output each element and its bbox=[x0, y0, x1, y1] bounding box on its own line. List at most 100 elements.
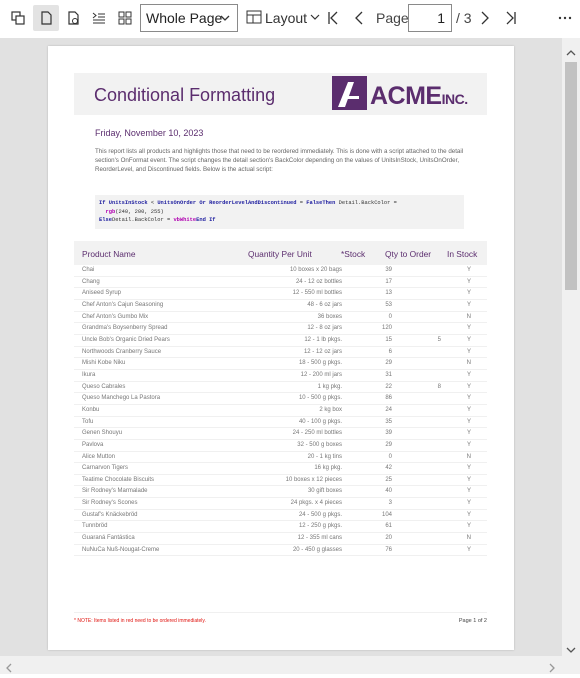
last-page-icon[interactable] bbox=[498, 5, 524, 31]
cell-stock: 20 bbox=[385, 535, 392, 542]
table-row: Mishi Kobe Niku 18 - 500 g pkgs. 29 N bbox=[74, 358, 487, 370]
cell-stock: 29 bbox=[385, 360, 392, 367]
cell-in-stock: Y bbox=[466, 465, 471, 472]
more-options-icon[interactable] bbox=[552, 5, 578, 31]
single-page-icon[interactable] bbox=[33, 5, 59, 31]
cell-quantity-per-unit: 12 - 550 ml bottles bbox=[292, 290, 342, 297]
cell-stock: 24 bbox=[385, 406, 392, 413]
cell-quantity-per-unit: 24 - 12 oz bottles bbox=[295, 278, 342, 285]
report-description: This report lists all products and highl… bbox=[95, 148, 464, 173]
layout-icon bbox=[246, 10, 262, 27]
cell-quantity-per-unit: 32 - 500 g boxes bbox=[297, 441, 342, 448]
acme-logo-mark-icon bbox=[332, 76, 367, 110]
page-number-input[interactable]: 1 bbox=[408, 4, 452, 32]
cell-in-stock: Y bbox=[466, 348, 471, 355]
cell-product-name: Chai bbox=[82, 267, 95, 273]
cell-in-stock: N bbox=[466, 453, 471, 460]
cell-in-stock: Y bbox=[466, 523, 471, 530]
table-row: Konbu 2 kg box 24 Y bbox=[74, 405, 487, 417]
report-page: Conditional Formatting ACMEINC. Friday, … bbox=[48, 46, 514, 650]
cell-product-name: Grandma's Boysenberry Spread bbox=[82, 325, 168, 332]
table-row: Uncle Bob's Organic Dried Pears 12 - 1 lb… bbox=[74, 335, 487, 347]
cell-product-name: Aniseed Syrup bbox=[82, 290, 122, 297]
cell-in-stock: Y bbox=[466, 267, 471, 273]
cell-stock: 29 bbox=[385, 441, 392, 448]
cell-in-stock: Y bbox=[466, 500, 471, 507]
cell-product-name: Uncle Bob's Organic Dried Pears bbox=[82, 336, 170, 343]
grid-view-icon[interactable] bbox=[112, 5, 138, 31]
cell-in-stock: Y bbox=[466, 278, 471, 285]
cell-in-stock: Y bbox=[466, 290, 471, 297]
cell-in-stock: Y bbox=[466, 511, 471, 518]
chevron-down-icon bbox=[310, 10, 320, 26]
table-row: Guaraná Fantástica 12 - 355 ml cans 20 N bbox=[74, 533, 487, 545]
table-row: Alice Mutton 20 - 1 kg tins 0 N bbox=[74, 452, 487, 464]
cell-in-stock: Y bbox=[466, 476, 471, 483]
cell-in-stock: Y bbox=[466, 418, 471, 425]
layout-label: Layout bbox=[265, 10, 308, 26]
cell-in-stock: N bbox=[466, 360, 471, 367]
cell-qty-to-order: 8 bbox=[437, 383, 441, 390]
cell-stock: 31 bbox=[385, 371, 392, 378]
table-row: Chef Anton's Cajun Seasoning 48 - 6 oz ja… bbox=[74, 300, 487, 312]
scroll-left-icon[interactable] bbox=[5, 660, 13, 678]
cell-in-stock: Y bbox=[466, 383, 471, 390]
cell-in-stock: Y bbox=[466, 301, 471, 308]
cell-product-name: Tofu bbox=[82, 418, 94, 425]
cell-quantity-per-unit: 20 - 450 g glasses bbox=[292, 546, 342, 553]
table-row: Carnarvon Tigers 16 kg pkg. 42 Y bbox=[74, 463, 487, 475]
cell-quantity-per-unit: 24 - 250 ml bottles bbox=[292, 430, 342, 437]
table-row: Teatime Chocolate Biscuits 10 boxes x 12 … bbox=[74, 475, 487, 487]
cell-quantity-per-unit: 30 gift boxes bbox=[307, 488, 342, 495]
report-viewer: Conditional Formatting ACMEINC. Friday, … bbox=[0, 38, 562, 656]
first-page-icon[interactable] bbox=[320, 5, 346, 31]
thumbnails-icon[interactable] bbox=[5, 5, 31, 31]
cell-stock: 86 bbox=[385, 395, 392, 402]
vertical-scrollbar[interactable] bbox=[562, 38, 580, 656]
acme-logo-text: ACMEINC. bbox=[370, 82, 468, 110]
previous-page-icon[interactable] bbox=[346, 5, 372, 31]
horizontal-scrollbar[interactable] bbox=[0, 656, 580, 674]
table-row: Ikura 12 - 200 ml jars 31 Y bbox=[74, 370, 487, 382]
vertical-scroll-thumb[interactable] bbox=[565, 62, 577, 290]
cell-quantity-per-unit: 48 - 6 oz jars bbox=[307, 301, 342, 308]
cell-stock: 61 bbox=[385, 523, 392, 530]
cell-product-name: NuNuCa Nuß-Nougat-Creme bbox=[82, 546, 160, 553]
cell-in-stock: Y bbox=[466, 488, 471, 495]
cell-product-name: Konbu bbox=[82, 406, 100, 413]
cell-product-name: Pavlova bbox=[82, 441, 104, 448]
outline-icon[interactable] bbox=[86, 5, 112, 31]
layout-button[interactable]: Layout bbox=[246, 6, 320, 30]
cell-stock: 6 bbox=[388, 348, 392, 355]
cell-stock: 0 bbox=[388, 453, 392, 460]
scroll-up-icon[interactable] bbox=[566, 44, 576, 62]
table-row: Northwoods Cranberry Sauce 12 - 12 oz jar… bbox=[74, 347, 487, 359]
cell-in-stock: Y bbox=[466, 336, 471, 343]
report-title: Conditional Formatting bbox=[94, 85, 276, 105]
table-row: Sir Rodney's Marmalade 30 gift boxes 40 Y bbox=[74, 486, 487, 499]
zoom-select-value: Whole Page bbox=[146, 10, 223, 26]
cell-in-stock: Y bbox=[466, 371, 471, 378]
cell-in-stock: Y bbox=[466, 430, 471, 437]
cell-quantity-per-unit: 10 - 500 g pkgs. bbox=[298, 395, 342, 402]
export-pdf-icon[interactable] bbox=[60, 5, 86, 31]
page-label: Page bbox=[376, 10, 409, 26]
cell-in-stock: Y bbox=[466, 395, 471, 402]
cell-product-name: Sir Rodney's Marmalade bbox=[82, 488, 148, 495]
zoom-select[interactable]: Whole Page bbox=[140, 4, 238, 32]
cell-product-name: Guaraná Fantástica bbox=[82, 535, 135, 542]
cell-product-name: Northwoods Cranberry Sauce bbox=[82, 348, 162, 355]
table-row: NuNuCa Nuß-Nougat-Creme 20 - 450 g glasse… bbox=[74, 545, 487, 557]
table-row: Pavlova 32 - 500 g boxes 29 Y bbox=[74, 440, 487, 452]
table-row: Queso Cabrales 1 kg pkg. 22 8 Y bbox=[74, 382, 487, 394]
cell-stock: 39 bbox=[385, 267, 392, 273]
cell-quantity-per-unit: 12 - 355 ml cans bbox=[297, 535, 342, 542]
table-row: Sir Rodney's Scones 24 pkgs. x 4 pieces 3 Y bbox=[74, 498, 487, 510]
scroll-right-icon[interactable] bbox=[548, 660, 556, 678]
footer-note: * NOTE: Items listed in red need to be o… bbox=[74, 618, 206, 624]
next-page-icon[interactable] bbox=[472, 5, 498, 31]
cell-stock: 15 bbox=[385, 336, 392, 343]
table-row: Tofu 40 - 100 g pkgs. 35 Y bbox=[74, 417, 487, 429]
cell-product-name: Chang bbox=[82, 278, 100, 285]
cell-quantity-per-unit: 12 - 1 lb pkgs. bbox=[304, 336, 342, 343]
